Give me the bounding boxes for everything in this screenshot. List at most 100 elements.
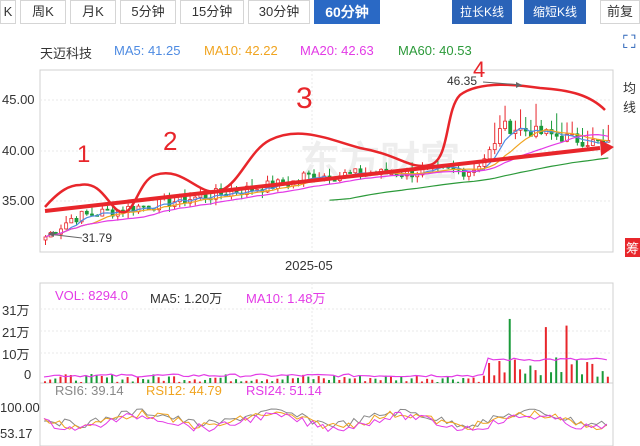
volume-bar (131, 381, 134, 383)
vol-value: VOL: 8294.0 (55, 288, 128, 303)
date-axis-label: 2025-05 (285, 258, 333, 273)
candle-body (590, 139, 595, 146)
volume-bar (565, 325, 568, 383)
rsi-lines (43, 408, 608, 433)
volume-bar (358, 375, 361, 383)
volume-bar (596, 376, 599, 383)
volume-bar (322, 378, 325, 383)
volume-bar (348, 378, 351, 383)
candle-body (508, 120, 513, 134)
volume-bar (142, 379, 145, 383)
candle-body (332, 179, 337, 182)
candle-body (467, 172, 471, 177)
volume-axis-label-21w: 21万 (2, 325, 30, 340)
volume-bar (431, 379, 434, 383)
volume-bar (420, 381, 423, 383)
volume-bar (441, 378, 444, 383)
volume-bar (601, 371, 604, 383)
volume-bars (43, 318, 609, 383)
rsi-line (43, 409, 608, 431)
volume-bar (343, 377, 346, 383)
candle-body (503, 120, 507, 129)
volume-bar (550, 372, 553, 383)
volume-bar (451, 379, 454, 383)
volume-bar (369, 378, 372, 383)
volume-bar (317, 376, 320, 383)
candle-body (74, 218, 79, 223)
candle-body (43, 236, 48, 241)
volume-bar (44, 381, 46, 383)
candle-body (353, 168, 358, 174)
candle-body (306, 172, 311, 175)
volume-bar (503, 372, 506, 383)
volume-bar (229, 381, 232, 383)
candle-body (105, 208, 110, 211)
volume-bar (136, 376, 139, 383)
volume-bar (379, 380, 382, 383)
volume-bar (462, 378, 465, 383)
volume-bar (606, 376, 609, 383)
volume-bar (364, 381, 367, 383)
volume-axis-label-10w: 10万 (2, 347, 30, 362)
volume-bar (395, 380, 398, 383)
volume-bar (173, 376, 176, 383)
volume-bar (328, 379, 330, 383)
volume-bar (488, 362, 491, 383)
volume-bar (575, 360, 578, 383)
candle-body (399, 175, 404, 178)
volume-bar (472, 377, 475, 383)
volume-bar (64, 374, 67, 383)
candle-body (389, 173, 394, 176)
volume-bar (353, 378, 356, 383)
volume-bar (410, 378, 413, 383)
candle-body (487, 149, 492, 160)
rsi12-value: RSI12: 44.79 (146, 383, 222, 398)
rsi-axis-label-100: 100.00 (0, 400, 40, 415)
kline-chart: 东方财富 1 2 3 4 (39, 57, 614, 446)
annotation-3: 3 (296, 82, 313, 115)
volume-bar (524, 373, 527, 383)
volume-bar (426, 378, 429, 383)
volume-bar (591, 363, 594, 383)
volume-axis-label-0: 0 (24, 367, 32, 382)
volume-bar (126, 377, 129, 383)
volume-bar (49, 379, 52, 383)
min-price-label: 31.79 (82, 231, 113, 245)
volume-bar (570, 364, 573, 383)
candle-body (554, 133, 559, 137)
volume-bar (240, 381, 243, 383)
volume-axis-label-31w: 31万 (2, 303, 30, 318)
annotation-2: 2 (163, 126, 177, 156)
volume-bar (477, 381, 480, 383)
volume-bar (467, 378, 470, 383)
volume-bar (333, 375, 336, 383)
volume-bar (436, 381, 439, 383)
volume-bar (544, 327, 547, 383)
volume-bar (539, 375, 542, 383)
volume-bar (519, 369, 522, 383)
volume-bar (235, 379, 238, 383)
candle-body (84, 210, 89, 215)
price-axis-label-35: 35.00 (2, 193, 35, 208)
volume-bar (534, 370, 537, 383)
candle-body (492, 143, 497, 151)
volume-bar (415, 375, 418, 383)
vol-ma5-value: MA5: 1.20万 (150, 291, 223, 306)
rsi-line (43, 411, 608, 433)
volume-bar (405, 381, 408, 383)
volume-bar (555, 357, 558, 383)
max-price-label: 46.35 (447, 74, 478, 88)
volume-bar (111, 374, 114, 383)
volume-bar (560, 372, 563, 383)
candle-body (90, 213, 94, 216)
rsi-axis-label-53: 53.17 (0, 426, 33, 441)
volume-bar (446, 376, 449, 383)
volume-ma-line (43, 357, 607, 378)
candle-body (539, 125, 544, 135)
volume-bar (389, 376, 392, 383)
volume-bar (581, 374, 584, 383)
volume-bar (90, 374, 93, 383)
volume-bar (374, 378, 377, 383)
vol-ma10-value: MA10: 1.48万 (246, 291, 326, 306)
volume-bar (493, 375, 496, 383)
